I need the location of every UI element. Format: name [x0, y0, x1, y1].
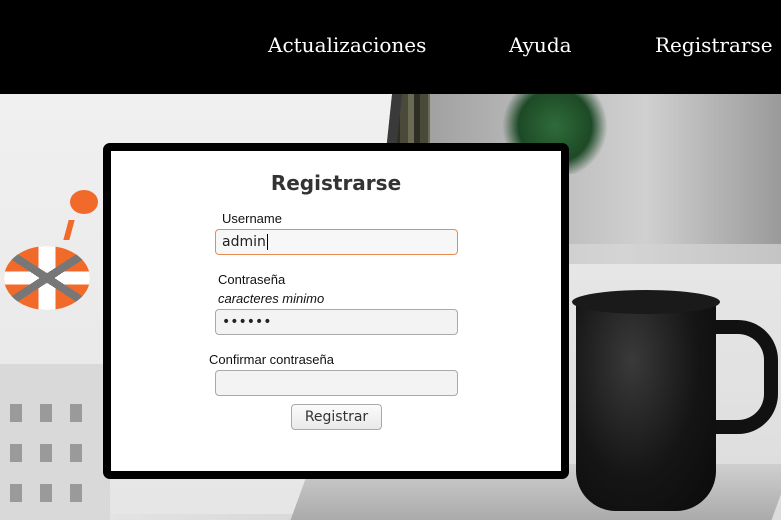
mug	[576, 296, 716, 511]
nav-link-ayuda[interactable]: Ayuda	[509, 32, 572, 58]
confirm-password-input[interactable]	[215, 370, 458, 396]
password-value: ••••••	[222, 314, 272, 330]
username-label: Username	[222, 211, 282, 226]
username-input[interactable]: admin	[215, 229, 458, 255]
register-button[interactable]: Registrar	[291, 404, 382, 430]
uk-flag-graphic	[4, 246, 90, 310]
speech-bubble-graphic	[70, 190, 98, 214]
password-label: Contraseña	[218, 272, 286, 287]
registration-dialog: Registrarse Username admin Contraseña ca…	[103, 143, 569, 479]
confirm-password-label: Confirmar contraseña	[209, 352, 334, 367]
text-caret	[266, 234, 268, 250]
mug-rim	[572, 290, 720, 314]
building-graphic	[0, 364, 110, 520]
dialog-title: Registrarse	[270, 171, 402, 195]
password-input[interactable]: ••••••	[215, 309, 458, 335]
nav-link-registrarse[interactable]: Registrarse	[655, 32, 773, 58]
username-value: admin	[222, 234, 266, 250]
password-hint: caracteres minimo	[218, 291, 325, 306]
top-nav-bar: Actualizaciones Ayuda Registrarse	[0, 0, 781, 94]
nav-link-actualizaciones[interactable]: Actualizaciones	[268, 32, 426, 58]
